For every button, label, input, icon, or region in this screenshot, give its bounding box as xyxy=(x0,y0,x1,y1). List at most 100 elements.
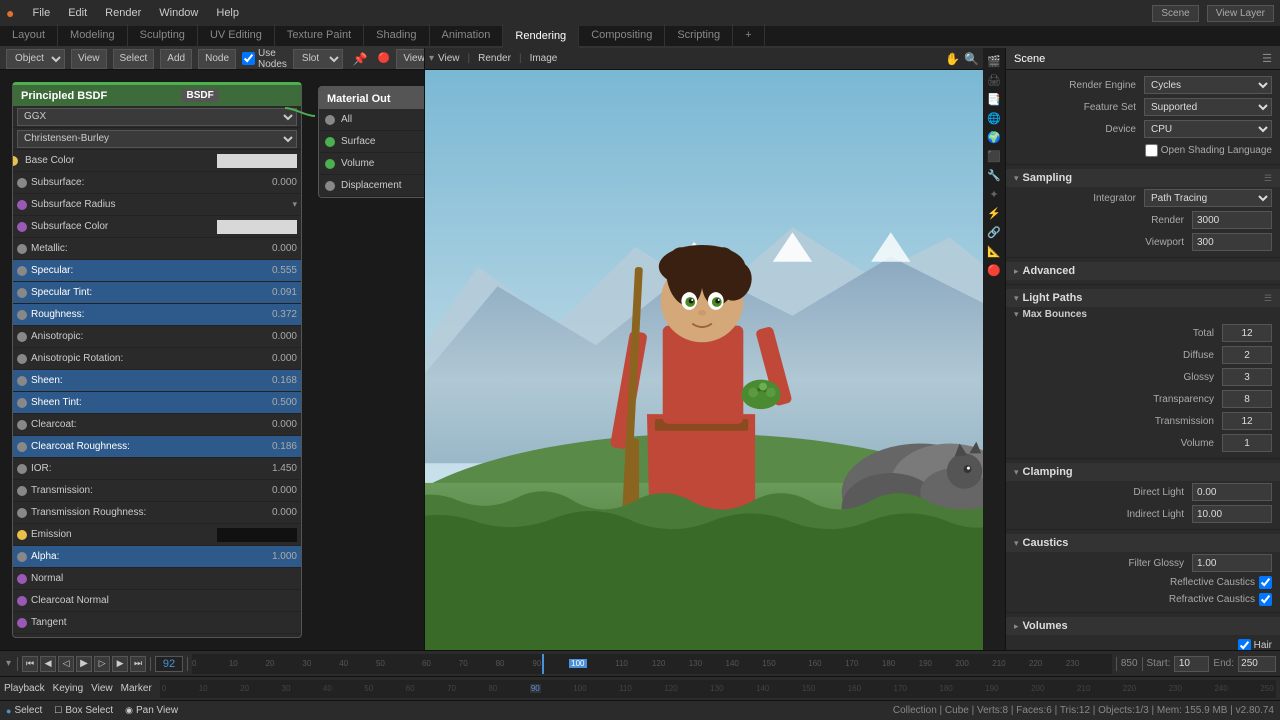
menu-window[interactable]: Window xyxy=(155,5,202,21)
render-props-icon[interactable]: 🎬 xyxy=(985,52,1003,70)
hand-tool-icon[interactable]: ✋ xyxy=(945,52,960,66)
tab-layout[interactable]: Layout xyxy=(0,24,58,46)
scene-selector[interactable]: Scene xyxy=(1152,5,1198,22)
sampling-options-icon[interactable]: ☰ xyxy=(1264,173,1272,184)
integrator-row: Integrator Path Tracing xyxy=(1006,187,1280,209)
subsurface-color-swatch[interactable] xyxy=(217,220,297,234)
start-frame-input[interactable] xyxy=(1174,656,1209,672)
playback-menu[interactable]: Playback xyxy=(4,683,45,694)
diffuse-value[interactable]: 2 xyxy=(1222,346,1272,364)
render-icon[interactable]: 🔴 xyxy=(378,53,390,64)
tab-compositing[interactable]: Compositing xyxy=(579,24,665,46)
scene-props-icon[interactable]: 🌐 xyxy=(985,109,1003,127)
properties-options-icon[interactable]: ☰ xyxy=(1262,52,1272,65)
transparency-value[interactable]: 8 xyxy=(1222,390,1272,408)
editor-type-select[interactable]: Object xyxy=(6,49,65,69)
open-shading-toggle[interactable]: Open Shading Language xyxy=(1145,144,1272,157)
sampling-header[interactable]: ▾ Sampling ☰ xyxy=(1006,169,1280,187)
emission-swatch[interactable] xyxy=(217,528,297,542)
current-frame-display[interactable]: 92 xyxy=(155,656,183,672)
render-image-btn[interactable]: Image xyxy=(530,53,558,64)
keyframe-ruler[interactable]: 0 10 20 30 40 50 60 70 80 90 100 110 120… xyxy=(160,680,1276,698)
physics-props-icon[interactable]: ⚡ xyxy=(985,204,1003,222)
device-select[interactable]: CPU xyxy=(1144,120,1272,138)
object-props-icon[interactable]: ⬛ xyxy=(985,147,1003,165)
view-layer-icon[interactable]: 📑 xyxy=(985,90,1003,108)
volume-value[interactable]: 1 xyxy=(1222,434,1272,452)
keying-menu[interactable]: Keying xyxy=(53,683,84,694)
clamping-title: Clamping xyxy=(1023,466,1073,478)
node-menu[interactable]: Node xyxy=(198,49,236,69)
select-status[interactable]: ● Select xyxy=(6,705,42,716)
reflective-caustics-checkbox[interactable] xyxy=(1259,576,1272,589)
box-select-status[interactable]: ☐ Box Select xyxy=(54,705,113,716)
view-menu[interactable]: View xyxy=(71,49,107,69)
prev-keyframe-btn[interactable]: ◁ xyxy=(58,656,74,672)
menu-help[interactable]: Help xyxy=(212,5,243,21)
advanced-header[interactable]: ▸ Advanced xyxy=(1006,262,1280,280)
filter-glossy-input[interactable] xyxy=(1192,554,1272,572)
view-menu-timeline[interactable]: View xyxy=(91,683,113,694)
tab-shading[interactable]: Shading xyxy=(364,24,429,46)
glossy-value[interactable]: 3 xyxy=(1222,368,1272,386)
render-slot-label[interactable]: Render xyxy=(478,53,511,64)
play-btn[interactable]: ▶ xyxy=(76,656,92,672)
menu-render[interactable]: Render xyxy=(101,5,145,21)
render-engine-select[interactable]: Cycles xyxy=(1144,76,1272,94)
light-paths-options-icon[interactable]: ☰ xyxy=(1264,293,1272,304)
direct-light-input[interactable] xyxy=(1192,483,1272,501)
viewport-samples-input[interactable] xyxy=(1192,233,1272,251)
particles-props-icon[interactable]: ✦ xyxy=(985,185,1003,203)
prev-frame-btn[interactable]: ◀ xyxy=(40,656,56,672)
distribution-select[interactable]: GGX xyxy=(17,108,297,126)
render-view-btn[interactable]: View xyxy=(438,53,460,64)
select-menu[interactable]: Select xyxy=(113,49,155,69)
caustics-header[interactable]: ▾ Caustics xyxy=(1006,534,1280,552)
timeline-ruler[interactable]: 0 10 20 30 40 50 60 70 80 90 100 110 120… xyxy=(192,654,1112,674)
next-frame-btn[interactable]: ▶ xyxy=(112,656,128,672)
output-props-icon[interactable]: 🖨 xyxy=(985,71,1003,89)
use-nodes-toggle[interactable]: Use Nodes xyxy=(242,48,287,70)
volumes-header[interactable]: ▸ Volumes xyxy=(1006,617,1280,635)
timeline-editor-type[interactable]: ▾ xyxy=(4,656,13,671)
light-paths-header[interactable]: ▾ Light Paths ☰ xyxy=(1006,289,1280,307)
world-props-icon[interactable]: 🌍 xyxy=(985,128,1003,146)
zoom-tool-icon[interactable]: 🔍 xyxy=(964,52,979,66)
tab-scripting[interactable]: Scripting xyxy=(665,24,733,46)
tab-rendering[interactable]: Rendering xyxy=(503,26,579,48)
end-frame-input[interactable] xyxy=(1238,656,1276,672)
indirect-light-input[interactable] xyxy=(1192,505,1272,523)
subsurface-method-select[interactable]: Christensen-Burley xyxy=(17,130,297,148)
hair-toggle[interactable]: Hair xyxy=(1238,639,1272,651)
tab-texture-paint[interactable]: Texture Paint xyxy=(275,24,364,46)
jump-start-btn[interactable]: ⏮ xyxy=(22,656,38,672)
add-menu[interactable]: Add xyxy=(160,49,192,69)
refractive-caustics-checkbox[interactable] xyxy=(1259,593,1272,606)
slot-select[interactable]: Slot 1 xyxy=(293,49,343,69)
clamping-header[interactable]: ▾ Clamping xyxy=(1006,463,1280,481)
max-bounces-header[interactable]: ▾ Max Bounces xyxy=(1006,307,1280,322)
tab-add[interactable]: + xyxy=(733,24,764,46)
total-value[interactable]: 12 xyxy=(1222,324,1272,342)
menu-file[interactable]: File xyxy=(28,5,54,21)
tab-sculpting[interactable]: Sculpting xyxy=(128,24,198,46)
constraints-props-icon[interactable]: 🔗 xyxy=(985,223,1003,241)
base-color-swatch[interactable] xyxy=(217,154,297,168)
tab-animation[interactable]: Animation xyxy=(430,24,504,46)
marker-menu[interactable]: Marker xyxy=(121,683,152,694)
render-samples-input[interactable] xyxy=(1192,211,1272,229)
transmission-bounce-value[interactable]: 12 xyxy=(1222,412,1272,430)
feature-set-select[interactable]: Supported xyxy=(1144,98,1272,116)
tab-modeling[interactable]: Modeling xyxy=(58,24,128,46)
view3-btn[interactable]: View xyxy=(396,49,425,69)
view-layer-selector[interactable]: View Layer xyxy=(1207,5,1274,22)
pin-icon[interactable]: 📌 xyxy=(353,52,368,66)
material-props-icon[interactable]: 🔴 xyxy=(985,261,1003,279)
tab-uv-editing[interactable]: UV Editing xyxy=(198,24,275,46)
data-props-icon[interactable]: 📐 xyxy=(985,242,1003,260)
jump-end-btn[interactable]: ⏭ xyxy=(130,656,146,672)
modifier-props-icon[interactable]: 🔧 xyxy=(985,166,1003,184)
menu-edit[interactable]: Edit xyxy=(64,5,91,21)
integrator-select[interactable]: Path Tracing xyxy=(1144,189,1272,207)
next-keyframe-btn[interactable]: ▷ xyxy=(94,656,110,672)
